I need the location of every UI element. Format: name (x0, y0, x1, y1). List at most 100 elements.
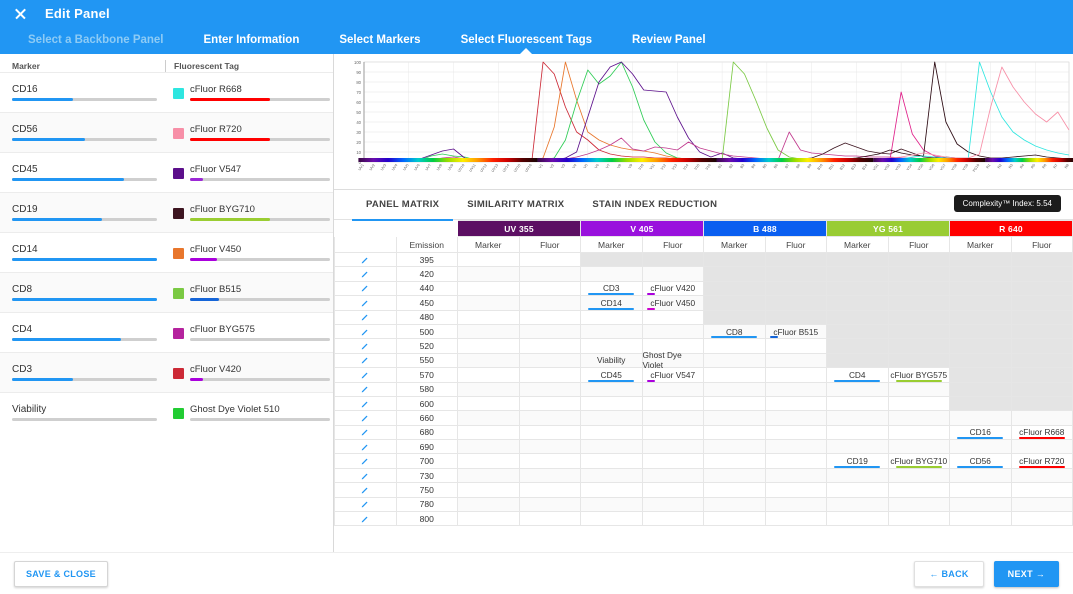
matrix-marker-cell[interactable] (581, 512, 643, 526)
matrix-marker-cell[interactable] (704, 483, 766, 497)
matrix-fluor-cell[interactable] (765, 454, 827, 468)
fluorescent-tag-cell[interactable]: cFluor V547 (165, 164, 333, 181)
edit-row-button[interactable] (335, 497, 397, 511)
matrix-fluor-cell[interactable] (765, 497, 827, 511)
edit-row-button[interactable] (335, 281, 397, 295)
edit-row-button[interactable] (335, 396, 397, 410)
matrix-marker-cell[interactable] (827, 382, 889, 396)
wizard-step-5[interactable]: Review Panel (612, 26, 726, 54)
matrix-marker-cell[interactable] (827, 468, 889, 482)
matrix-marker-cell[interactable] (581, 324, 643, 338)
matrix-marker-cell[interactable] (827, 512, 889, 526)
matrix-fluor-cell[interactable] (642, 468, 704, 482)
fluorescent-tag-cell[interactable]: cFluor V420 (165, 364, 333, 381)
matrix-fluor-cell[interactable] (519, 368, 581, 382)
wizard-step-4[interactable]: Select Fluorescent Tags (441, 26, 612, 54)
marker-row[interactable]: ViabilityGhost Dye Violet 510 (0, 392, 333, 432)
matrix-fluor-cell[interactable] (765, 368, 827, 382)
matrix-marker-cell[interactable]: CD19 (827, 454, 889, 468)
matrix-fluor-cell[interactable] (519, 267, 581, 281)
matrix-fluor-cell[interactable]: cFluor BYG710 (888, 454, 950, 468)
matrix-marker-cell[interactable] (458, 440, 520, 454)
matrix-fluor-cell[interactable] (519, 296, 581, 310)
matrix-fluor-cell[interactable]: Ghost Dye Violet (642, 353, 704, 367)
marker-row[interactable]: CD19cFluor BYG710 (0, 192, 333, 232)
matrix-marker-cell[interactable] (458, 339, 520, 353)
matrix-marker-cell[interactable] (458, 468, 520, 482)
matrix-fluor-cell[interactable] (888, 382, 950, 396)
matrix-marker-cell[interactable] (950, 411, 1012, 425)
matrix-marker-cell[interactable] (458, 497, 520, 511)
matrix-marker-cell[interactable] (581, 454, 643, 468)
matrix-marker-cell[interactable] (704, 339, 766, 353)
tab-panel-matrix[interactable]: PANEL MATRIX (352, 190, 453, 220)
matrix-marker-cell[interactable] (458, 512, 520, 526)
matrix-marker-cell[interactable] (704, 425, 766, 439)
matrix-fluor-cell[interactable] (765, 411, 827, 425)
matrix-fluor-cell[interactable] (519, 468, 581, 482)
matrix-marker-cell[interactable] (458, 296, 520, 310)
edit-row-button[interactable] (335, 440, 397, 454)
matrix-marker-cell[interactable]: CD8 (704, 324, 766, 338)
wizard-step-2[interactable]: Enter Information (184, 26, 320, 54)
matrix-marker-cell[interactable] (458, 353, 520, 367)
matrix-fluor-cell[interactable] (519, 425, 581, 439)
matrix-fluor-cell[interactable] (519, 396, 581, 410)
matrix-marker-cell[interactable]: CD4 (827, 368, 889, 382)
matrix-fluor-cell[interactable]: cFluor V547 (642, 368, 704, 382)
next-button[interactable]: NEXT → (994, 561, 1059, 587)
matrix-fluor-cell[interactable] (519, 310, 581, 324)
back-button[interactable]: ← BACK (914, 561, 983, 587)
matrix-fluor-cell[interactable]: cFluor BYG575 (888, 368, 950, 382)
matrix-marker-cell[interactable] (458, 454, 520, 468)
matrix-fluor-cell[interactable] (765, 440, 827, 454)
edit-row-button[interactable] (335, 296, 397, 310)
matrix-marker-cell[interactable] (704, 512, 766, 526)
matrix-fluor-cell[interactable] (642, 497, 704, 511)
fluorescent-tag-cell[interactable]: cFluor R668 (165, 84, 333, 101)
matrix-fluor-cell[interactable] (765, 339, 827, 353)
marker-row[interactable]: CD4cFluor BYG575 (0, 312, 333, 352)
matrix-fluor-cell[interactable] (765, 396, 827, 410)
matrix-marker-cell[interactable] (581, 483, 643, 497)
fluorescent-tag-cell[interactable]: cFluor B515 (165, 284, 333, 301)
edit-row-button[interactable] (335, 253, 397, 267)
edit-row-button[interactable] (335, 483, 397, 497)
matrix-fluor-cell[interactable]: cFluor B515 (765, 324, 827, 338)
fluorescent-tag-cell[interactable]: Ghost Dye Violet 510 (165, 404, 333, 421)
matrix-marker-cell[interactable]: CD45 (581, 368, 643, 382)
matrix-fluor-cell[interactable] (642, 425, 704, 439)
edit-row-button[interactable] (335, 411, 397, 425)
matrix-marker-cell[interactable] (458, 324, 520, 338)
edit-row-button[interactable] (335, 353, 397, 367)
matrix-fluor-cell[interactable] (519, 483, 581, 497)
matrix-fluor-cell[interactable] (519, 440, 581, 454)
matrix-marker-cell[interactable]: CD3 (581, 281, 643, 295)
matrix-marker-cell[interactable] (827, 425, 889, 439)
wizard-step-1[interactable]: Select a Backbone Panel (8, 26, 184, 54)
matrix-fluor-cell[interactable] (765, 512, 827, 526)
marker-row[interactable]: CD56cFluor R720 (0, 112, 333, 152)
matrix-fluor-cell[interactable] (642, 324, 704, 338)
matrix-marker-cell[interactable] (458, 267, 520, 281)
fluorescent-tag-cell[interactable]: cFluor BYG575 (165, 324, 333, 341)
matrix-fluor-cell[interactable] (1011, 411, 1073, 425)
matrix-fluor-cell[interactable]: cFluor V420 (642, 281, 704, 295)
matrix-fluor-cell[interactable] (642, 267, 704, 281)
marker-row[interactable]: CD45cFluor V547 (0, 152, 333, 192)
wizard-step-3[interactable]: Select Markers (319, 26, 440, 54)
matrix-fluor-cell[interactable] (888, 483, 950, 497)
matrix-marker-cell[interactable]: CD16 (950, 425, 1012, 439)
matrix-marker-cell[interactable] (581, 440, 643, 454)
matrix-fluor-cell[interactable] (642, 440, 704, 454)
matrix-marker-cell[interactable] (581, 396, 643, 410)
edit-row-button[interactable] (335, 454, 397, 468)
matrix-fluor-cell[interactable] (765, 382, 827, 396)
edit-row-button[interactable] (335, 425, 397, 439)
matrix-marker-cell[interactable]: CD56 (950, 454, 1012, 468)
marker-row[interactable]: CD3cFluor V420 (0, 352, 333, 392)
matrix-marker-cell[interactable] (704, 468, 766, 482)
edit-row-button[interactable] (335, 468, 397, 482)
matrix-fluor-cell[interactable] (519, 382, 581, 396)
matrix-marker-cell[interactable] (458, 281, 520, 295)
